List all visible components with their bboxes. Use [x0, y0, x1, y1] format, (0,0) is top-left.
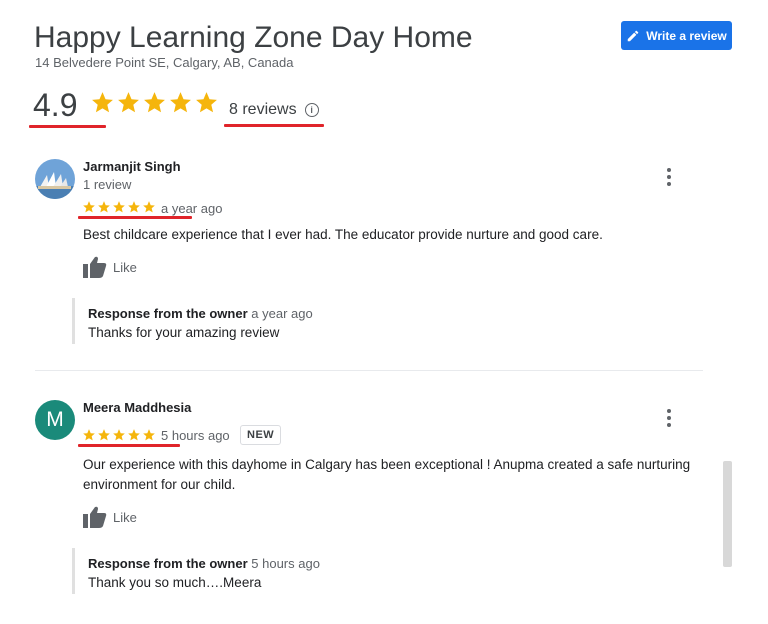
business-address: 14 Belvedere Point SE, Calgary, AB, Cana…: [35, 55, 294, 70]
info-icon[interactable]: i: [304, 103, 319, 117]
owner-response-text: Thanks for your amazing review: [88, 325, 280, 340]
annotation-underline: [29, 125, 106, 128]
thumbs-up-icon: [83, 256, 107, 278]
annotation-underline: [224, 124, 324, 127]
star-icon: [128, 429, 140, 441]
review-text: Best childcare experience that I ever ha…: [83, 227, 603, 242]
owner-response-time: a year ago: [251, 306, 313, 321]
pencil-icon: [626, 29, 640, 43]
avatar[interactable]: M: [35, 400, 75, 440]
owner-response-time: 5 hours ago: [251, 556, 320, 571]
reviews-count-link[interactable]: 8 reviews i: [229, 101, 319, 119]
write-review-button[interactable]: Write a review: [621, 21, 732, 50]
thumbs-up-icon: [83, 506, 107, 528]
write-review-label: Write a review: [646, 28, 727, 43]
scrollbar-thumb[interactable]: [723, 461, 732, 567]
like-button[interactable]: Like: [83, 256, 137, 278]
more-options-icon[interactable]: [666, 168, 672, 186]
like-button[interactable]: Like: [83, 506, 137, 528]
star-icon: [113, 201, 125, 213]
star-icon: [92, 92, 113, 113]
like-label: Like: [113, 259, 137, 275]
owner-response-header: Response from the owner a year ago: [88, 306, 648, 321]
star-icon: [118, 92, 139, 113]
review-divider: [35, 370, 703, 371]
reviews-count-label: 8 reviews: [229, 101, 297, 118]
review-stars: [82, 200, 156, 214]
star-icon: [170, 92, 191, 113]
reviewer-name[interactable]: Jarmanjit Singh: [83, 159, 181, 174]
star-icon: [196, 92, 217, 113]
owner-response-heading: Response from the owner: [88, 306, 248, 321]
annotation-underline: [78, 444, 180, 447]
review-time: 5 hours ago: [161, 428, 230, 443]
overall-rating: 4.9: [33, 87, 78, 123]
like-label: Like: [113, 509, 137, 525]
star-icon: [83, 429, 95, 441]
owner-response-heading: Response from the owner: [88, 556, 248, 571]
star-icon: [143, 429, 155, 441]
star-icon: [98, 429, 110, 441]
owner-response: Response from the owner 5 hours ago Than…: [72, 548, 648, 594]
annotation-underline: [78, 216, 192, 219]
review-time: a year ago: [161, 201, 223, 216]
star-icon: [143, 201, 155, 213]
opera-house-avatar-image: [35, 159, 75, 199]
avatar[interactable]: [35, 159, 75, 199]
star-icon: [83, 201, 95, 213]
star-icon: [98, 201, 110, 213]
review-text: Our experience with this dayhome in Calg…: [83, 457, 691, 492]
star-icon: [128, 201, 140, 213]
owner-response-text: Thank you so much….Meera: [88, 575, 262, 590]
reviewer-name[interactable]: Meera Maddhesia: [83, 400, 191, 415]
overall-stars: [90, 90, 219, 115]
new-badge: NEW: [240, 425, 282, 445]
business-title: Happy Learning Zone Day Home: [34, 21, 473, 54]
owner-response-header: Response from the owner 5 hours ago: [88, 556, 648, 571]
review-stars: [82, 428, 156, 442]
reviewer-review-count: 1 review: [83, 177, 132, 192]
more-options-icon[interactable]: [666, 409, 672, 427]
star-icon: [113, 429, 125, 441]
star-icon: [144, 92, 165, 113]
owner-response: Response from the owner a year ago Thank…: [72, 298, 648, 344]
